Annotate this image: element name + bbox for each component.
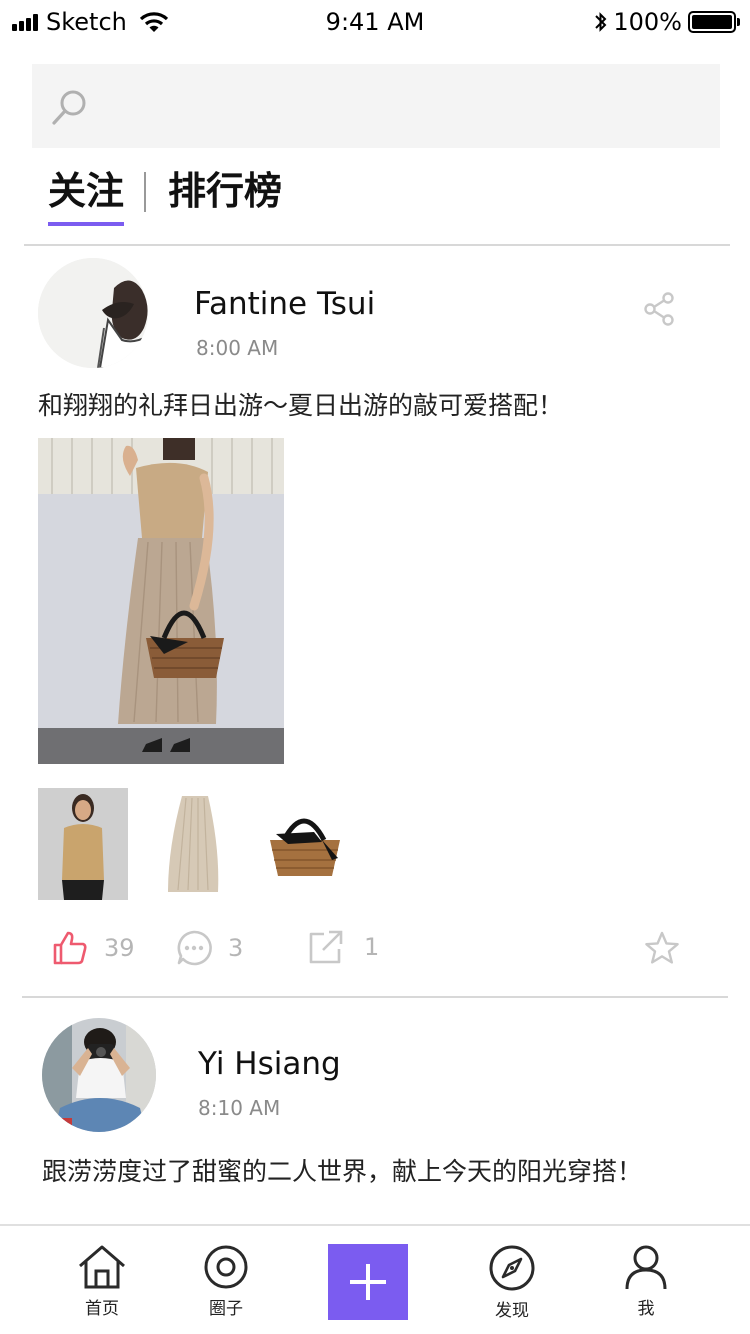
tab-circle[interactable]: 圈子 xyxy=(176,1244,276,1319)
post-caption: 跟涝涝度过了甜蜜的二人世界，献上今天的阳光穿搭！ xyxy=(42,1157,643,1186)
bottom-tab-bar: 首页 圈子 发现 我 xyxy=(0,1224,750,1334)
divider xyxy=(24,244,730,246)
thumbs-up-icon xyxy=(53,931,87,965)
share-icon[interactable] xyxy=(644,292,676,326)
post-caption: 和翔翔的礼拜日出游～夏日出游的敲可爱搭配！ xyxy=(38,391,564,420)
compass-icon xyxy=(489,1245,535,1291)
tab-ranking[interactable]: 排行榜 xyxy=(168,166,282,216)
comment-action[interactable]: 3 xyxy=(176,930,243,966)
avatar[interactable] xyxy=(42,1018,156,1132)
product-thumb-skirt[interactable] xyxy=(150,788,240,900)
home-icon xyxy=(79,1245,125,1289)
external-share-icon xyxy=(309,930,343,964)
product-thumb-basket[interactable] xyxy=(262,788,352,900)
repost-count: 1 xyxy=(364,933,380,961)
avatar[interactable] xyxy=(38,258,148,368)
comment-count: 3 xyxy=(228,934,244,962)
feed-tabs: 关注 排行榜 xyxy=(48,166,282,226)
circle-icon xyxy=(204,1245,248,1289)
tab-home[interactable]: 首页 xyxy=(52,1244,152,1319)
search-input[interactable] xyxy=(102,64,702,148)
repost-action[interactable]: 1 xyxy=(308,929,379,965)
battery-percent: 100% xyxy=(613,8,682,36)
divider xyxy=(22,996,728,998)
product-thumb-top[interactable] xyxy=(38,788,128,900)
outfit-photo xyxy=(38,438,284,764)
create-post-button[interactable] xyxy=(328,1244,408,1320)
star-icon[interactable] xyxy=(644,931,680,965)
tab-home-label: 首页 xyxy=(85,1299,119,1319)
comment-icon xyxy=(177,930,212,966)
skirt-photo xyxy=(150,788,240,900)
tank-top-photo xyxy=(38,788,128,900)
search-icon xyxy=(52,90,86,125)
tab-me[interactable]: 我 xyxy=(596,1244,696,1319)
avatar-photo xyxy=(38,258,148,368)
post-author[interactable]: Yi Hsiang xyxy=(198,1046,341,1082)
basket-photo xyxy=(262,788,352,900)
post-time: 8:00 AM xyxy=(196,336,279,360)
tab-discover[interactable]: 发现 xyxy=(462,1244,562,1321)
battery-icon xyxy=(688,11,740,33)
tab-discover-label: 发现 xyxy=(495,1301,529,1321)
tab-circle-label: 圈子 xyxy=(209,1299,243,1319)
tab-divider xyxy=(144,172,147,212)
like-count: 39 xyxy=(104,934,135,962)
status-bar: Sketch 9:41 AM 100% xyxy=(0,0,750,44)
post-time: 8:10 AM xyxy=(198,1096,281,1120)
tab-me-label: 我 xyxy=(637,1299,655,1319)
search-bar[interactable] xyxy=(32,64,720,148)
user-icon xyxy=(625,1245,667,1290)
status-right: 100% xyxy=(593,8,740,36)
post-author[interactable]: Fantine Tsui xyxy=(194,286,375,322)
post-photo[interactable] xyxy=(38,438,284,764)
like-action[interactable]: 39 xyxy=(52,930,135,966)
avatar-photo xyxy=(42,1018,156,1132)
bluetooth-icon xyxy=(595,12,607,32)
tab-following[interactable]: 关注 xyxy=(48,166,125,226)
